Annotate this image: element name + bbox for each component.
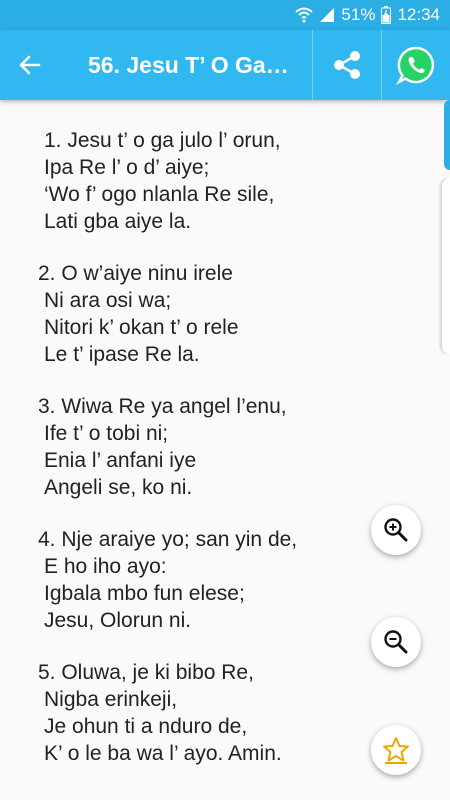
scrollbar-track[interactable]	[441, 178, 450, 354]
favorite-button[interactable]	[371, 725, 421, 775]
verse-1: 1. Jesu t’ o ga julo l’ orun, Ipa Re l’ …	[38, 127, 281, 235]
zoom-out-button[interactable]	[371, 617, 421, 667]
wifi-icon	[295, 7, 314, 23]
verse-line: Le t’ ipase Re la.	[44, 343, 200, 366]
verse-line: Igbala mbo fun elese;	[44, 582, 245, 605]
share-button[interactable]	[312, 30, 382, 100]
battery-icon	[381, 6, 392, 24]
verse-line: Enia l’ anfani iye	[44, 449, 197, 472]
signal-icon	[319, 7, 335, 23]
verse-line: Ni ara osi wa;	[44, 289, 172, 312]
verse-line: Ipa Re l’ o d’ aiye;	[44, 156, 210, 179]
battery-level: 51%	[341, 5, 376, 24]
scrollbar-thumb[interactable]	[444, 100, 450, 170]
whatsapp-button[interactable]	[382, 30, 450, 100]
verse-line: E ho iho ayo:	[44, 555, 167, 578]
status-bar: 51% 12:34	[0, 0, 450, 30]
clock-time: 12:34	[397, 5, 440, 24]
hymn-title: 56. Jesu T’ O Ga…	[88, 51, 289, 78]
share-icon	[334, 51, 360, 79]
verse-line: 1. Jesu t’ o ga julo l’ orun,	[44, 129, 281, 152]
verse-line: K’ o le ba wa l’ ayo. Amin.	[44, 742, 282, 765]
hymn-content: 1. Jesu t’ o ga julo l’ orun, Ipa Re l’ …	[0, 100, 440, 800]
verse-line: Nigba erinkeji,	[44, 688, 178, 711]
verse-line: Angeli se, ko ni.	[44, 476, 193, 499]
whatsapp-icon	[396, 46, 435, 85]
verse-line: Je ohun ti a nduro de,	[44, 715, 248, 738]
verse-5: 5. Oluwa, je ki bibo Re, Nigba erinkeji,…	[38, 659, 282, 767]
verse-line: 3. Wiwa Re ya angel l’enu,	[38, 395, 287, 418]
verse-line: 5. Oluwa, je ki bibo Re,	[38, 661, 254, 684]
star-icon	[383, 737, 409, 764]
back-arrow-icon	[19, 55, 41, 75]
verse-line: Nitori k’ okan t’ o rele	[44, 316, 239, 339]
app-toolbar: 56. Jesu T’ O Ga…	[0, 30, 450, 100]
verse-line: 4. Nje araiye yo; san yin de,	[38, 528, 298, 551]
verse-line: Ife t’ o tobi ni;	[44, 422, 169, 445]
verse-4: 4. Nje araiye yo; san yin de, E ho iho a…	[38, 526, 297, 634]
verse-3: 3. Wiwa Re ya angel l’enu, Ife t’ o tobi…	[38, 393, 287, 501]
verse-line: Lati gba aiye la.	[44, 210, 192, 233]
verse-line: ‘Wo f’ ogo nlanla Re sile,	[44, 183, 275, 206]
zoom-in-icon	[384, 518, 408, 542]
back-button[interactable]	[0, 30, 60, 100]
zoom-out-icon	[384, 630, 408, 654]
zoom-in-button[interactable]	[371, 505, 421, 555]
verse-line: Jesu, Olorun ni.	[44, 609, 192, 632]
verse-2: 2. O w’aiye ninu irele Ni ara osi wa; Ni…	[38, 260, 239, 368]
verse-line: 2. O w’aiye ninu irele	[38, 262, 233, 285]
